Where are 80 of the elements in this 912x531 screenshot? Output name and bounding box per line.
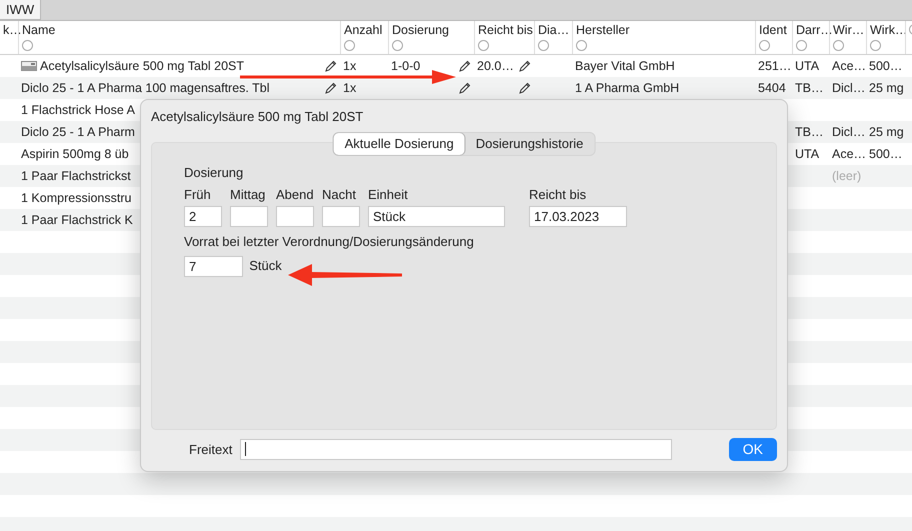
table-cell-text: TB… [795,124,824,141]
table-cell-text: Bayer Vital GmbH [575,58,675,75]
segment-tab[interactable]: Aktuelle Dosierung [334,133,465,154]
medication-name: 1 Paar Flachstrick K [21,212,133,229]
medication-name: 1 Paar Flachstrickst [21,168,131,185]
table-cell-text: 20.0… [477,58,514,75]
table-cell-text: (leer) [832,168,862,185]
table-cell-text: UTA [795,58,820,75]
table-cell-text: 1x [343,80,356,97]
table-cell-text: 1x [343,58,356,75]
column-header[interactable]: Darr… [796,24,829,37]
filter-icon[interactable] [344,40,355,51]
dose-field[interactable] [276,206,314,228]
pencil-icon[interactable] [519,60,531,72]
stock-label: Vorrat bei letzter Verordnung/Dosierungsänderung [184,234,475,250]
date-field[interactable]: 17.03.2023 [529,206,627,228]
column-header[interactable]: Wirk… [870,24,905,37]
unit-field[interactable]: Stück [368,206,505,228]
freetext-label: Freitext [189,442,232,458]
medication-name: 1 Kompressionsstru [21,190,132,207]
medication-name: 1 Flachstrick Hose A [21,102,135,119]
group-label: Dosierung [184,165,244,181]
table-cell-text: 25 mg [869,124,904,141]
field-label: Nacht [322,187,357,204]
filter-icon[interactable] [796,40,807,51]
table-cell-text: TB… [795,80,824,97]
field-label: Mittag [230,187,266,204]
column-header[interactable]: k… [3,24,18,37]
medication-name: Aspirin 500mg 8 üb [21,146,129,163]
table-cell-text: Dicl… [832,124,866,141]
tablet-pack-icon [21,61,37,71]
field-label: Reicht bis [529,187,588,204]
pencil-icon[interactable] [459,60,471,72]
filter-icon[interactable] [833,40,844,51]
table-cell-text: 5404 [758,80,786,97]
table-cell-text: 25 mg [869,80,904,97]
filter-icon[interactable] [576,40,587,51]
pencil-icon[interactable] [459,82,471,94]
table-cell-text: Dicl… [832,80,866,97]
table-cell-text: 1 A Pharma GmbH [575,80,680,97]
freetext-field[interactable] [240,439,672,460]
table-cell-text: Ace… [832,58,866,75]
filter-icon[interactable] [478,40,489,51]
pencil-icon[interactable] [325,60,337,72]
medication-name: Acetylsalicylsäure 500 mg Tabl 20ST [40,58,244,75]
stock-field[interactable]: 7 [184,256,243,277]
ok-button[interactable]: OK [728,438,777,461]
table-cell-text: 1-0-0 [391,58,420,75]
column-header[interactable]: Dosierung [392,24,474,37]
dose-field[interactable] [230,206,268,228]
dose-field[interactable]: 2 [184,206,222,228]
field-label: Einheit [368,187,409,204]
filter-icon[interactable] [870,40,881,51]
table-cell-text: 500… [869,58,902,75]
filter-icon[interactable] [392,40,403,51]
medication-name: Diclo 25 - 1 A Pharm [21,124,135,141]
column-header[interactable]: Reicht bis [478,24,534,37]
table-cell-text: 251… [758,58,792,75]
filter-icon[interactable] [22,40,33,51]
column-header[interactable]: Ident [759,24,792,37]
column-header[interactable]: Hersteller [576,24,755,37]
column-header[interactable]: Anzahl [344,24,388,37]
unit-label: Stück [249,258,282,274]
field-label: Früh [184,187,212,204]
column-header[interactable]: Dia… [538,24,572,37]
table-cell-text: UTA [795,146,820,163]
filter-icon[interactable] [538,40,549,51]
column-header[interactable]: Wir… [833,24,866,37]
table-cell-text: Ace… [832,146,866,163]
dose-field[interactable] [322,206,360,228]
table-cell-text: 500… [869,146,902,163]
pencil-icon[interactable] [519,82,531,94]
dialog-title: Acetylsalicylsäure 500 mg Tabl 20ST [151,108,364,126]
column-header[interactable]: Name [22,24,340,37]
medication-name: Diclo 25 - 1 A Pharma 100 magensaftres. Tbl [21,80,270,97]
segment-tab[interactable]: Dosierungshistorie [464,133,594,154]
pencil-icon[interactable] [325,82,337,94]
field-label: Abend [276,187,314,204]
filter-icon[interactable] [759,40,770,51]
app-tab[interactable]: IWW [0,0,42,20]
